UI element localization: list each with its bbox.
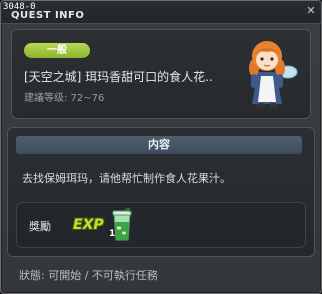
- quest-summary-panel: 一般 [天空之城] 珥玛香甜可口的食人花.. 建議等级: 72~76: [11, 29, 311, 119]
- close-button[interactable]: ✕: [306, 5, 316, 16]
- item-quantity: 1: [109, 229, 116, 239]
- quest-name: [天空之城] 珥玛香甜可口的食人花..: [24, 70, 213, 84]
- reward-box: 獎勵 EXP 1: [16, 202, 306, 248]
- quest-status: 狀態: 可開始 / 不可執行任務: [19, 269, 158, 282]
- window-title: QUEST INFO: [11, 10, 85, 21]
- npc-nanny-icon: [240, 38, 300, 112]
- reward-label: 獎勵: [29, 220, 51, 233]
- quest-info-window: 3048-0 QUEST INFO ✕ 一般 [天空之城] 珥玛香甜可口的食人花…: [0, 0, 322, 294]
- quest-level: 建議等级: 72~76: [24, 93, 105, 104]
- category-badge: 一般: [24, 43, 90, 58]
- content-header: 内容: [16, 136, 302, 154]
- quest-description: 去找保姆珥玛，请他帮忙制作食人花果汁。: [22, 172, 231, 185]
- title-bar[interactable]: 3048-0 QUEST INFO ✕: [1, 1, 321, 24]
- exp-icon: EXP: [73, 217, 104, 233]
- quest-content-panel: 内容 去找保姆珥玛，请他帮忙制作食人花果汁。 獎勵 EXP 1: [7, 127, 315, 257]
